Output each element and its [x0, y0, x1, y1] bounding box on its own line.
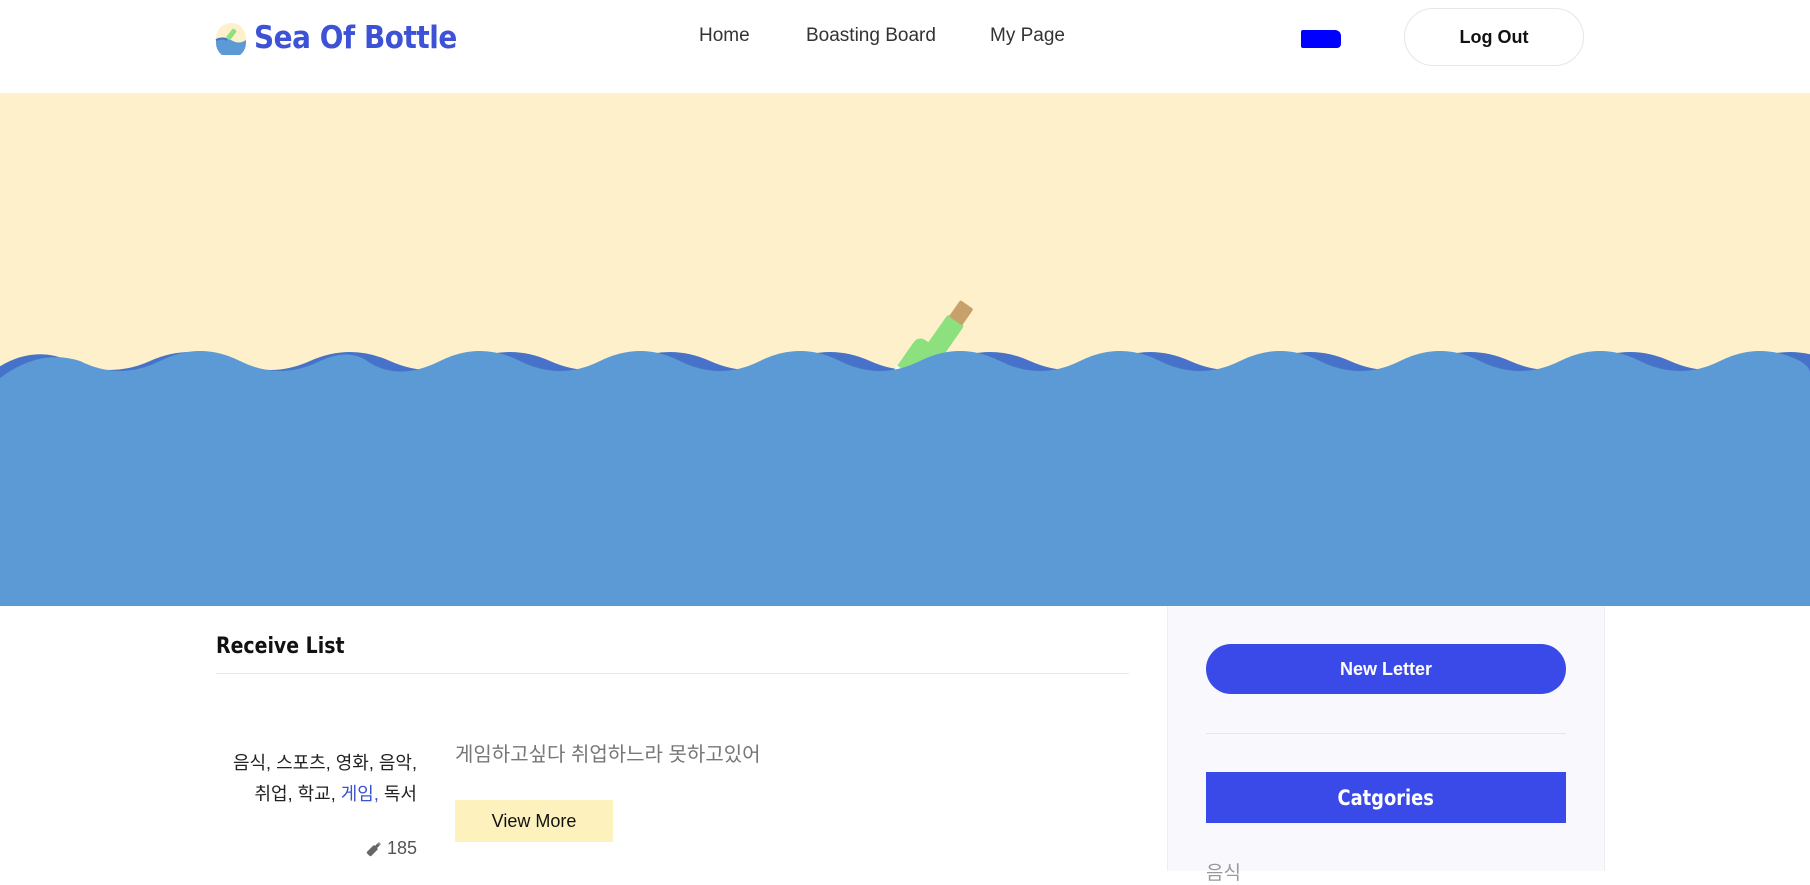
- site-header: Sea Of Bottle Home Boasting Board My Pag…: [0, 0, 1810, 93]
- nav-home[interactable]: Home: [699, 25, 750, 47]
- sidebar-divider: [1206, 733, 1566, 734]
- letter-tags: 음식, 스포츠, 영화, 음악, 취업, 학교, 게임, 독서: [210, 748, 417, 810]
- nav-boasting-board[interactable]: Boasting Board: [806, 25, 936, 47]
- letter-preview: 게임하고싶다 취업하느라 못하고있어: [455, 744, 761, 766]
- tag-school: 학교,: [297, 784, 341, 804]
- category-item-food[interactable]: 음식: [1206, 858, 1241, 885]
- nav-my-page[interactable]: My Page: [990, 25, 1065, 47]
- logout-button[interactable]: Log Out: [1404, 8, 1584, 66]
- new-letter-button[interactable]: New Letter: [1206, 644, 1566, 694]
- bottle-icon: [366, 841, 382, 856]
- divider: [216, 673, 1129, 674]
- receive-list-title: Receive List: [216, 634, 345, 659]
- categories-title: Catgories: [1337, 785, 1435, 810]
- sea-illustration: [0, 300, 1810, 606]
- tag-movie: 영화,: [335, 753, 379, 773]
- view-more-button[interactable]: View More: [455, 800, 613, 842]
- tag-reading: 독서: [383, 784, 417, 804]
- tag-sports: 스포츠,: [276, 753, 336, 773]
- tag-music: 음악,: [378, 753, 417, 773]
- count-value: 185: [386, 838, 417, 858]
- tags-line-1: 음식, 스포츠, 영화, 음악,: [210, 748, 417, 779]
- tags-line-2: 취업, 학교, 게임, 독서: [210, 779, 418, 810]
- letter-count: 185: [356, 838, 417, 859]
- tag-job: 취업,: [254, 784, 298, 804]
- categories-header: Catgories: [1206, 772, 1566, 823]
- redacted-username: [1301, 30, 1341, 48]
- front-wave: [0, 351, 1810, 606]
- hero-banner: [0, 93, 1810, 606]
- tag-food: 음식,: [232, 753, 277, 773]
- sidebar: New Letter Catgories 음식: [1167, 606, 1605, 884]
- tag-game: 게임,: [340, 784, 384, 804]
